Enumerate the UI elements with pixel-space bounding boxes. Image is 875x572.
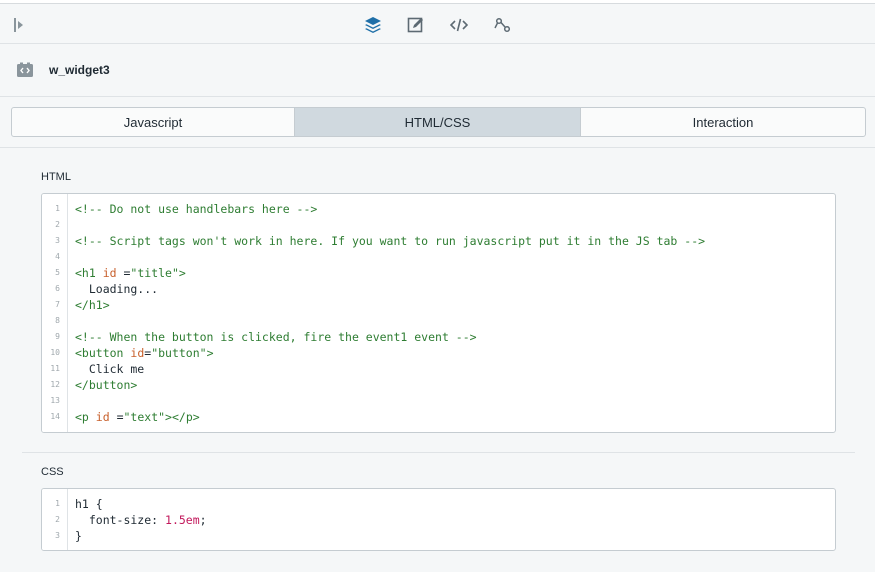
code-text: } [75, 528, 82, 544]
line-number: 3 [55, 531, 60, 540]
edit-icon[interactable] [406, 15, 426, 35]
code-text: <button id="button"> [75, 345, 214, 361]
code-line: 2 [42, 217, 835, 233]
line-number: 14 [50, 412, 60, 421]
line-number: 2 [55, 515, 60, 524]
code-token: </h1> [75, 298, 110, 312]
code-line: 4 [42, 249, 835, 265]
code-token: <!-- When the button is clicked, fire th… [75, 330, 477, 344]
code-token: id [95, 410, 110, 424]
code-line: 14 <p id ="text"></p> [42, 409, 835, 425]
code-text: </button> [75, 377, 137, 393]
code-token: font-size: [75, 513, 166, 527]
line-number: 10 [50, 348, 60, 357]
code-token: <h1 [75, 266, 103, 280]
collapse-icon[interactable] [9, 15, 29, 35]
line-number: 9 [55, 332, 60, 341]
code-line: 13 [42, 393, 835, 409]
code-token: <!-- Do not use handlebars here --> [75, 202, 318, 216]
code-token: Click me [75, 362, 145, 376]
widget-header: w_widget3 [0, 45, 875, 97]
line-number: 1 [55, 204, 60, 213]
code-text: <h1 id ="title"> [75, 265, 186, 281]
tab-html-css[interactable]: HTML/CSS [295, 108, 581, 136]
code-line: 8 [42, 313, 835, 329]
code-token: "button" [151, 346, 207, 360]
tab-interaction[interactable]: Interaction [581, 108, 865, 136]
code-line: 2 font-size: 1.5em; [42, 512, 835, 528]
code-line: 11 Click me [42, 361, 835, 377]
html-code-editor[interactable]: 1 <!-- Do not use handlebars here --> 2 3 <!… [41, 193, 836, 433]
tab-javascript[interactable]: Javascript [12, 108, 295, 136]
code-token: <button [75, 346, 131, 360]
code-line: 3 <!-- Script tags won't work in here. If… [42, 233, 835, 249]
code-text: Click me [75, 361, 144, 377]
code-token: > [206, 346, 214, 360]
code-token: = [109, 410, 124, 424]
line-number: 11 [50, 364, 60, 373]
code-line: 1 h1 { [42, 496, 835, 512]
code-text: font-size: 1.5em; [75, 512, 207, 528]
line-number: 12 [50, 380, 60, 389]
css-code-lines: 1 h1 {2 font-size: 1.5em; 3} [42, 496, 835, 544]
code-line: 12 </button> [42, 377, 835, 393]
divider [0, 147, 875, 148]
line-number: 1 [55, 499, 60, 508]
code-token: </button> [75, 378, 138, 392]
code-token: = [116, 266, 131, 280]
line-number: 3 [55, 236, 60, 245]
code-token: Loading... [75, 282, 159, 296]
code-text: <!-- Script tags won't work in here. If … [75, 233, 705, 249]
editor-tabs: Javascript HTML/CSS Interaction [11, 107, 866, 137]
html-section-label: HTML [41, 171, 71, 183]
code-icon[interactable] [449, 15, 469, 35]
code-token: <p [75, 410, 96, 424]
code-line: 9 <!-- When the button is clicked, fire t… [42, 329, 835, 345]
code-line: 5 <h1 id ="title"> [42, 265, 835, 281]
code-text: <!-- When the button is clicked, fire th… [75, 329, 477, 345]
layers-icon[interactable] [363, 15, 383, 35]
divider [22, 452, 855, 453]
code-token: h1 { [75, 497, 103, 511]
code-token: "text" [123, 410, 166, 424]
code-text: h1 { [75, 496, 103, 512]
code-token: ></p> [165, 410, 200, 424]
code-text: Loading... [75, 281, 158, 297]
code-line: 6 Loading... [42, 281, 835, 297]
flow-icon[interactable] [492, 15, 512, 35]
line-number: 2 [55, 220, 60, 229]
line-number: 13 [50, 396, 60, 405]
code-token: <!-- Script tags won't work in here. If … [75, 234, 706, 248]
code-token: > [178, 266, 186, 280]
code-token: id [102, 266, 117, 280]
code-token: ; [199, 513, 207, 527]
code-token: "title" [130, 266, 179, 280]
code-text: <!-- Do not use handlebars here --> [75, 201, 317, 217]
line-number: 5 [55, 268, 60, 277]
line-number: 4 [55, 252, 60, 261]
code-text: </h1> [75, 297, 110, 313]
line-number: 7 [55, 300, 60, 309]
code-line: 10 <button id="button"> [42, 345, 835, 361]
code-token: } [75, 529, 82, 543]
toolbar [0, 4, 875, 44]
code-text: <p id ="text"></p> [75, 409, 200, 425]
widget-name: w_widget3 [49, 63, 110, 77]
code-line: 7 </h1> [42, 297, 835, 313]
widget-icon [16, 62, 34, 78]
html-code-lines: 1 <!-- Do not use handlebars here --> 2 3 <!… [42, 201, 835, 425]
code-line: 3} [42, 528, 835, 544]
css-code-editor[interactable]: 1 h1 {2 font-size: 1.5em; 3} [41, 488, 836, 551]
line-number: 8 [55, 316, 60, 325]
code-token: 1.5em [165, 513, 200, 527]
code-line: 1 <!-- Do not use handlebars here --> [42, 201, 835, 217]
css-section-label: CSS [41, 466, 64, 478]
line-number: 6 [55, 284, 60, 293]
code-token: id [130, 346, 145, 360]
